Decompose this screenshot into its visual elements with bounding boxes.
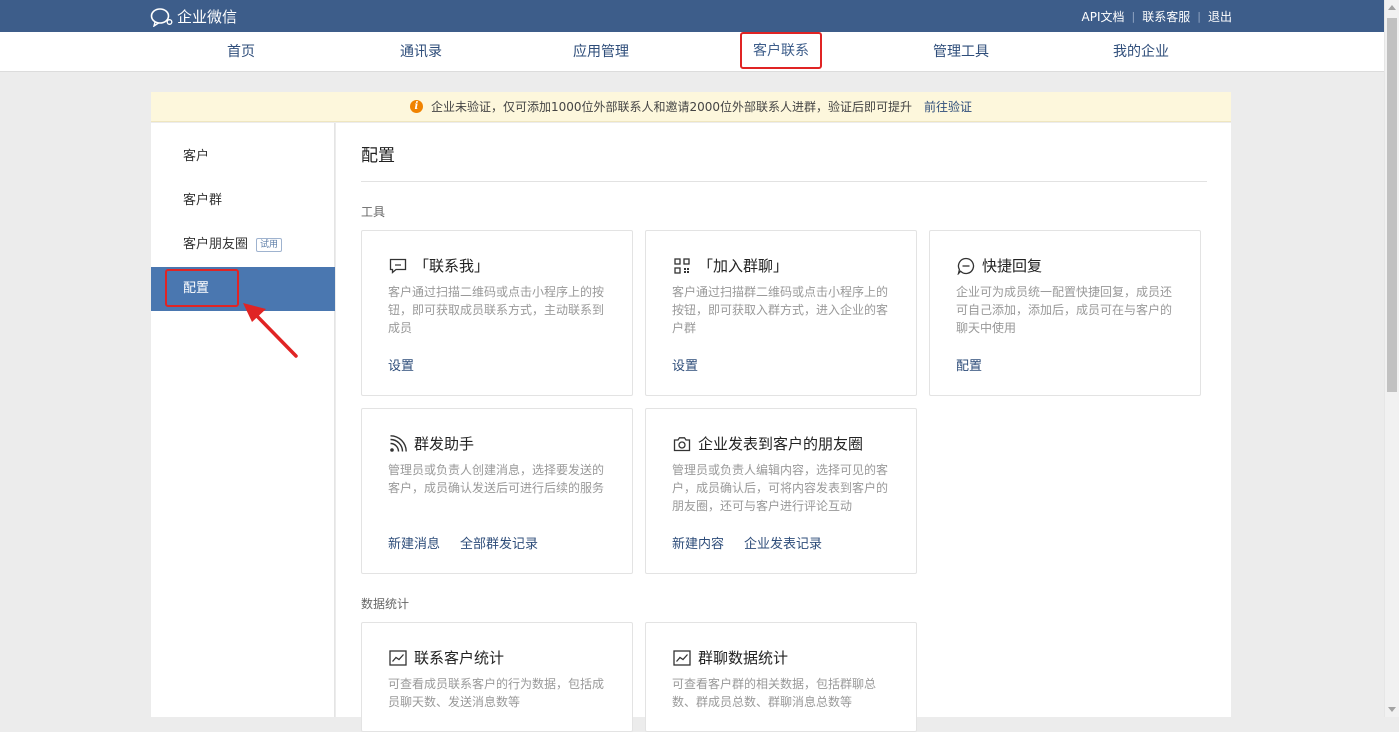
card-header: 群聊数据统计 xyxy=(672,647,788,668)
api-docs-link[interactable]: API文档 xyxy=(1082,8,1125,25)
card-header: 群发助手 xyxy=(388,433,474,454)
card-title: 快捷回复 xyxy=(982,257,1043,275)
sidebar-item-customers[interactable]: 客户 xyxy=(151,135,335,179)
card-quick-reply: 快捷回复 企业可为成员统一配置快捷回复，成员还可自己添加，添加后，成员可在与客户… xyxy=(929,230,1201,396)
highlight-box-sidebar xyxy=(165,269,239,307)
new-message-link[interactable]: 新建消息 xyxy=(388,533,440,552)
card-description: 可查看客户群的相关数据，包括群聊总数、群成员总数、群聊消息总数等 xyxy=(672,677,877,709)
highlight-box-nav xyxy=(740,32,822,69)
card-title: 联系客户统计 xyxy=(414,649,505,667)
settings-link[interactable]: 设置 xyxy=(672,355,698,374)
red-arrow-annotation xyxy=(243,303,298,358)
nav-my-enterprise[interactable]: 我的企业 xyxy=(1113,32,1169,72)
card-header: 快捷回复 xyxy=(956,255,1042,276)
sidebar-item-label: 客户朋友圈 xyxy=(183,237,249,252)
card-links: 新建内容 企业发表记录 xyxy=(672,533,842,552)
card-description: 企业可为成员统一配置快捷回复，成员还可自己添加，添加后，成员可在与客户的聊天中使… xyxy=(956,285,1173,335)
card-contact-me: 「联系我」 客户通过扫描二维码或点击小程序上的按钮，即可获取成员联系方式，主动联… xyxy=(361,230,633,396)
message-icon xyxy=(388,257,408,275)
main-nav: 首页 通讯录 应用管理 客户联系 管理工具 我的企业 xyxy=(0,32,1384,72)
separator: | xyxy=(1197,10,1201,23)
sidebar-item-label: 客户群 xyxy=(183,193,223,208)
scroll-down-arrow-icon[interactable] xyxy=(1388,707,1396,712)
trial-badge: 试用 xyxy=(256,238,283,252)
nav-contacts[interactable]: 通讯录 xyxy=(400,32,442,72)
nav-management-tools[interactable]: 管理工具 xyxy=(933,32,989,72)
card-description: 管理员或负责人创建消息，选择要发送的客户，成员确认发送后可进行后续的服务 xyxy=(388,463,605,495)
configure-link[interactable]: 配置 xyxy=(956,355,982,374)
verification-notice: i 企业未验证，仅可添加1000位外部联系人和邀请2000位外部联系人进群，验证… xyxy=(151,92,1231,122)
top-links: API文档 | 联系客服 | 退出 xyxy=(1082,8,1232,25)
page-scrollbar[interactable] xyxy=(1384,0,1399,717)
sidebar: 客户 客户群 客户朋友圈 试用 配置 xyxy=(151,123,335,717)
card-links: 配置 xyxy=(956,355,1002,374)
logout-link[interactable]: 退出 xyxy=(1208,8,1232,25)
card-group-chat-stats: 群聊数据统计 可查看客户群的相关数据，包括群聊总数、群成员总数、群聊消息总数等 xyxy=(645,622,917,732)
card-title: 企业发表到客户的朋友圈 xyxy=(698,435,864,453)
scroll-up-arrow-icon[interactable] xyxy=(1388,5,1396,10)
card-description: 客户通过扫描二维码或点击小程序上的按钮，即可获取成员联系方式，主动联系到成员 xyxy=(388,285,605,335)
divider xyxy=(361,181,1207,182)
contact-support-link[interactable]: 联系客服 xyxy=(1142,8,1190,25)
card-header: 「联系我」 xyxy=(388,255,489,276)
enterprise-post-records-link[interactable]: 企业发表记录 xyxy=(744,533,822,552)
card-title: 群发助手 xyxy=(414,435,475,453)
sidebar-item-label: 客户 xyxy=(183,149,210,164)
notice-text: 企业未验证，仅可添加1000位外部联系人和邀请2000位外部联系人进群，验证后即… xyxy=(430,100,913,114)
nav-app-management[interactable]: 应用管理 xyxy=(573,32,629,72)
card-header: 「加入群聊」 xyxy=(672,255,788,276)
camera-icon xyxy=(672,435,692,453)
card-title: 「联系我」 xyxy=(414,257,490,275)
card-title: 「加入群聊」 xyxy=(698,257,789,275)
broadcast-icon xyxy=(388,434,408,453)
warning-icon: i xyxy=(409,100,423,113)
quick-reply-icon xyxy=(956,257,976,275)
chat-bubble-icon xyxy=(150,7,173,27)
scrollbar-thumb[interactable] xyxy=(1387,18,1397,392)
page-title: 配置 xyxy=(361,146,395,166)
chart-icon xyxy=(672,649,692,667)
separator: | xyxy=(1131,10,1136,23)
card-customer-contact-stats: 联系客户统计 可查看成员联系客户的行为数据，包括成员聊天数、发送消息数等 xyxy=(361,622,633,732)
top-bar: 企业微信 API文档 | 联系客服 | 退出 xyxy=(0,0,1384,32)
qrcode-icon xyxy=(672,257,692,275)
card-enterprise-moments: 企业发表到客户的朋友圈 管理员或负责人编辑内容，选择可见的客户，成员确认后，可将… xyxy=(645,408,917,574)
brand-logo[interactable]: 企业微信 xyxy=(150,6,237,27)
card-join-group: 「加入群聊」 客户通过扫描群二维码或点击小程序上的按钮，即可获取入群方式，进入企… xyxy=(645,230,917,396)
card-links: 新建消息 全部群发记录 xyxy=(388,533,558,552)
card-links: 设置 xyxy=(672,355,718,374)
card-description: 客户通过扫描群二维码或点击小程序上的按钮，即可获取入群方式，进入企业的客户群 xyxy=(672,285,889,335)
all-broadcast-records-link[interactable]: 全部群发记录 xyxy=(460,533,538,552)
nav-home[interactable]: 首页 xyxy=(227,32,255,72)
settings-link[interactable]: 设置 xyxy=(388,355,414,374)
verify-link[interactable]: 前往验证 xyxy=(924,98,972,115)
card-title: 群聊数据统计 xyxy=(698,649,789,667)
chart-icon xyxy=(388,649,408,667)
new-content-link[interactable]: 新建内容 xyxy=(672,533,724,552)
section-label-stats: 数据统计 xyxy=(361,597,410,611)
sidebar-item-customer-groups[interactable]: 客户群 xyxy=(151,179,335,223)
card-description: 管理员或负责人编辑内容，选择可见的客户，成员确认后，可将内容发表到客户的朋友圈，… xyxy=(672,463,889,513)
sidebar-item-customer-moments[interactable]: 客户朋友圈 试用 xyxy=(151,223,335,267)
card-description: 可查看成员联系客户的行为数据，包括成员聊天数、发送消息数等 xyxy=(388,677,605,709)
section-label-tools: 工具 xyxy=(361,205,386,219)
brand-name: 企业微信 xyxy=(177,8,238,26)
card-header: 企业发表到客户的朋友圈 xyxy=(672,433,863,454)
card-broadcast-assistant: 群发助手 管理员或负责人创建消息，选择要发送的客户，成员确认发送后可进行后续的服… xyxy=(361,408,633,574)
card-header: 联系客户统计 xyxy=(388,647,504,668)
main-content: 配置 工具 「联系我」 客户通过扫描二维码或点击小程序上的按钮，即可获取成员联系… xyxy=(336,123,1231,732)
card-links: 设置 xyxy=(388,355,434,374)
